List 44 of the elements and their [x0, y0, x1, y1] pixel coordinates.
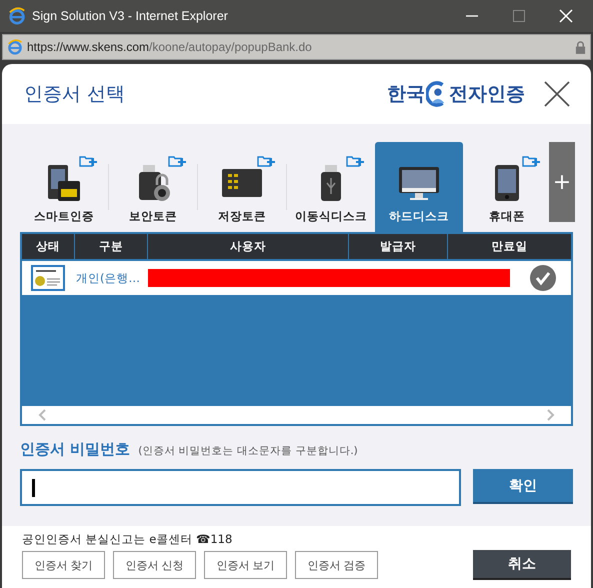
cancel-button[interactable]: 취소	[473, 550, 571, 580]
maximize-icon[interactable]	[513, 10, 525, 22]
add-folder-icon[interactable]	[79, 155, 97, 168]
table-cell-text: 개인(은행…	[75, 270, 141, 286]
close-button[interactable]	[543, 80, 571, 108]
add-folder-icon[interactable]	[522, 155, 540, 168]
password-hint: (인증서 비밀번호는 대소문자를 구분합니다.)	[138, 444, 358, 458]
device-tab[interactable]: 보안토큰	[109, 142, 197, 232]
page-icon	[7, 39, 23, 55]
confirm-button[interactable]: 확인	[473, 469, 573, 504]
close-icon[interactable]	[559, 9, 573, 23]
certificate-action-button[interactable]: 인증서 검증	[295, 551, 378, 579]
window-title: Sign Solution V3 - Internet Explorer	[32, 9, 228, 23]
column-header: 만료일	[490, 238, 528, 255]
column-header: 발급자	[349, 234, 448, 259]
lock-icon	[575, 40, 586, 54]
password-field[interactable]	[20, 469, 461, 506]
column-header: 상태	[22, 234, 75, 259]
column-header: 구분	[75, 234, 148, 259]
certificate-icon	[31, 265, 65, 291]
dialog-title: 인증서 선택	[24, 82, 126, 107]
certificate-action-button[interactable]: 인증서 보기	[204, 551, 287, 579]
address-bar[interactable]: https://www.skens.com/koone/autopay/popupBank.do	[2, 34, 591, 60]
horizontal-scrollbar[interactable]	[22, 406, 571, 424]
device-tab[interactable]: 이동식디스크	[287, 142, 375, 232]
add-folder-icon[interactable]	[346, 155, 364, 168]
lost-certificate-notice: 공인인증서 분실신고는 e콜센터 ☎118	[22, 532, 234, 547]
device-tab[interactable]: 하드디스크	[375, 142, 463, 232]
browser-logo-icon	[8, 7, 26, 25]
device-tab[interactable]: 저장토큰	[198, 142, 286, 232]
scroll-left-icon[interactable]	[38, 409, 46, 421]
add-folder-icon[interactable]	[257, 155, 275, 168]
more-button[interactable]: +	[549, 142, 575, 222]
logo-text: 전자인증	[449, 82, 525, 107]
certificate-row[interactable]: 개인(은행…	[22, 261, 571, 295]
column-header: 사용자	[148, 234, 349, 259]
password-label: 인증서 비밀번호	[20, 440, 130, 459]
certificate-action-button[interactable]: 인증서 찾기	[22, 551, 105, 579]
url-text: https://www.skens.com/koone/autopay/popupBank.do	[27, 40, 312, 54]
device-tab[interactable]: 스마트인증	[20, 142, 108, 232]
logo-text: 한국	[387, 82, 425, 107]
certificate-action-button[interactable]: 인증서 신청	[113, 551, 196, 579]
add-folder-icon[interactable]	[168, 155, 186, 168]
scroll-right-icon[interactable]	[547, 409, 555, 421]
